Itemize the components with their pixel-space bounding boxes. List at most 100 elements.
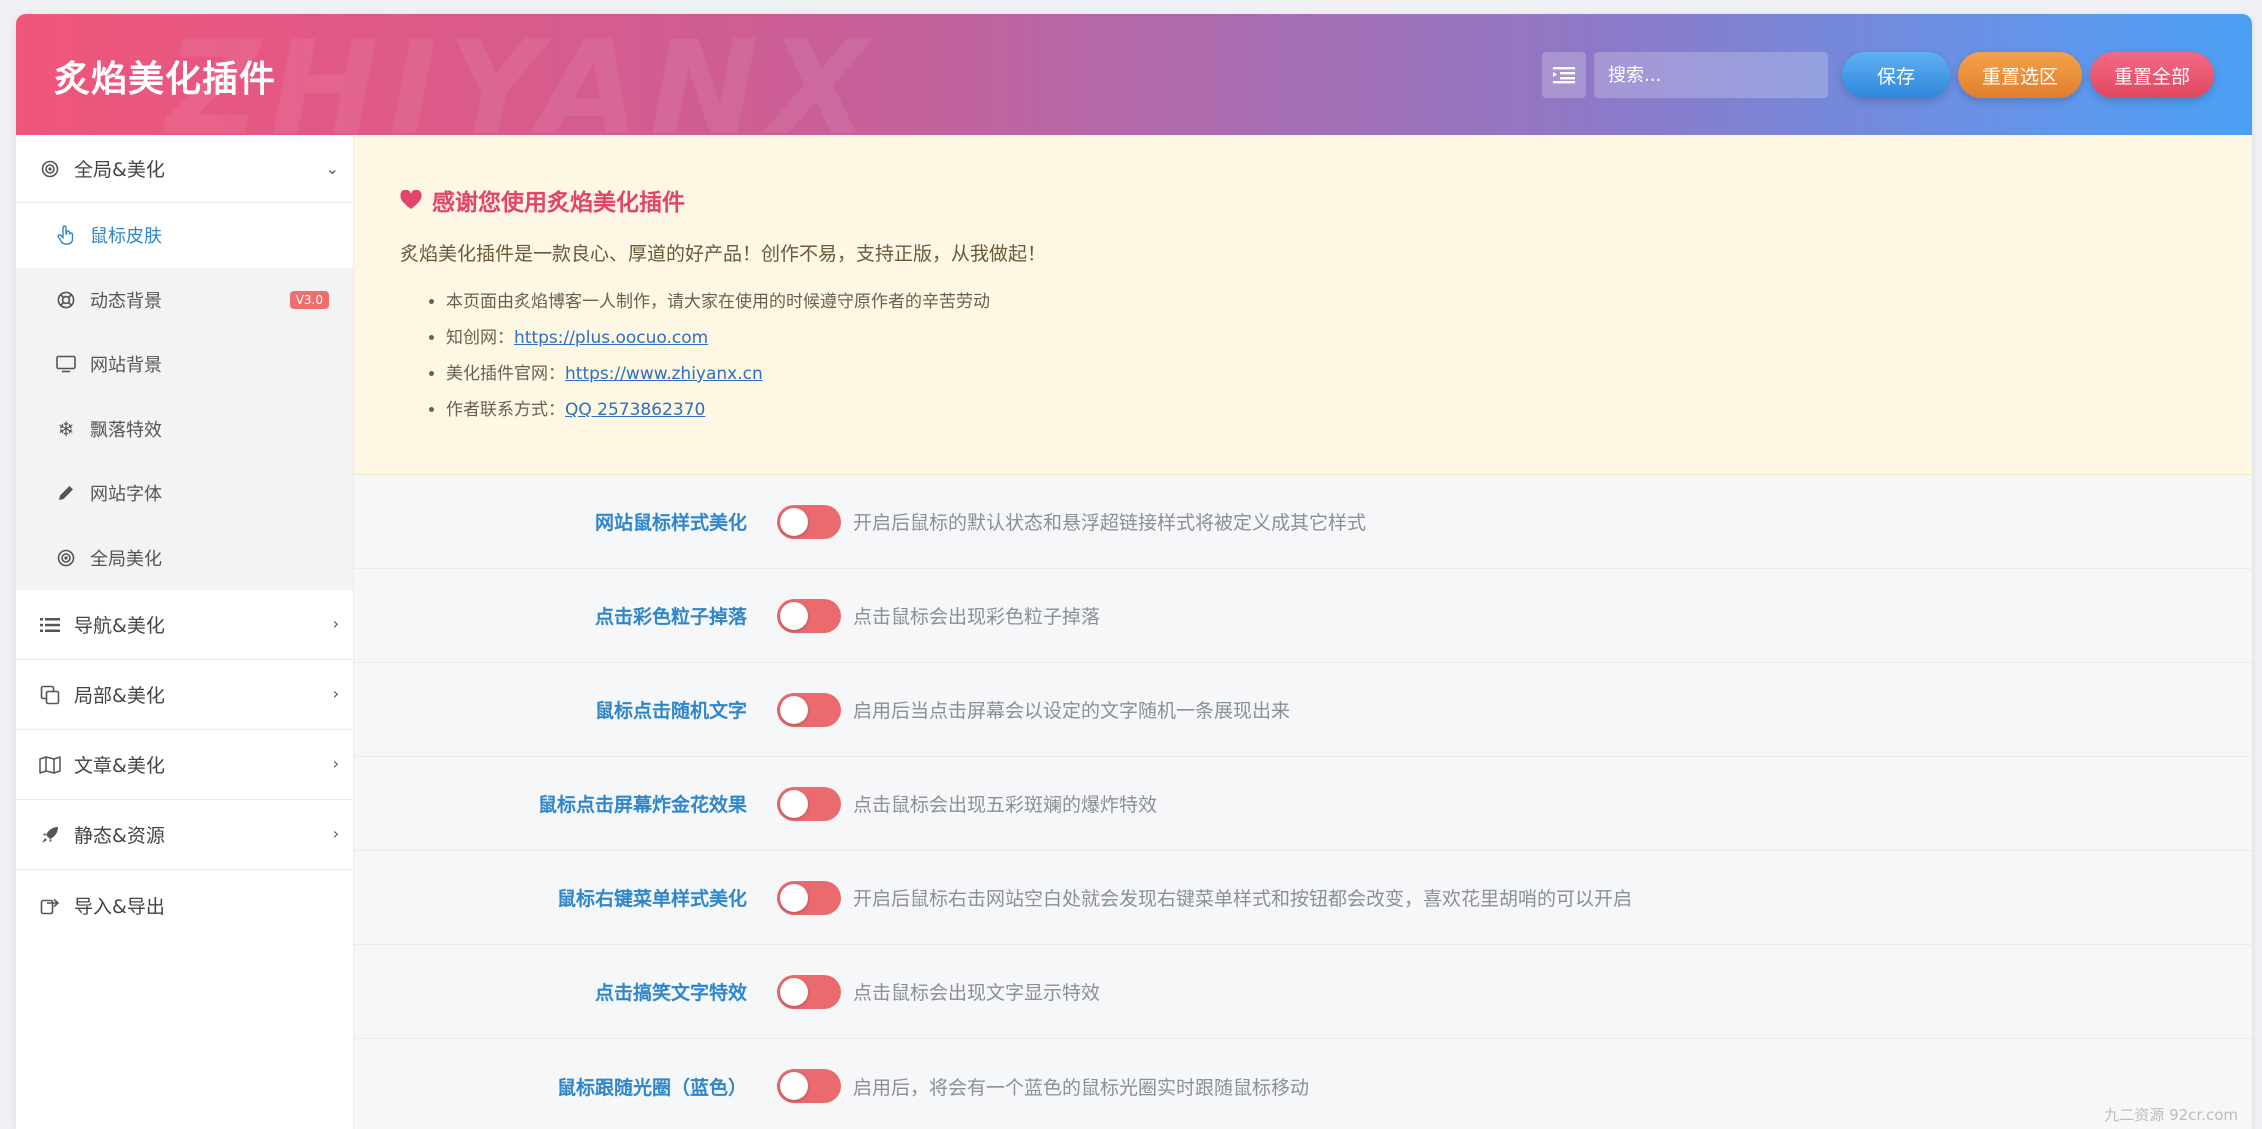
setting-row: 点击彩色粒子掉落 点击鼠标会出现彩色粒子掉落 <box>354 569 2252 663</box>
app-window: ZHIYANX 炙焰美化插件 保存 重置选区 重置全部 全局&美化 <box>16 14 2252 1129</box>
notice-box: 感谢您使用炙焰美化插件 炙焰美化插件是一款良心、厚道的好产品！创作不易，支持正版… <box>354 135 2252 475</box>
menu-toggle-button[interactable] <box>1542 52 1586 98</box>
notice-intro: 炙焰美化插件是一款良心、厚道的好产品！创作不易，支持正版，从我做起！ <box>400 243 1047 265</box>
sidebar-group-partial[interactable]: 局部&美化 › <box>16 660 353 730</box>
setting-toggle[interactable] <box>777 880 841 915</box>
qq-contact-link[interactable]: QQ 2573862370 <box>565 400 705 420</box>
chevron-down-icon: ⌄ <box>325 159 339 178</box>
toggle-knob <box>780 1072 808 1100</box>
snowflake-icon: ❄ <box>57 416 75 441</box>
sidebar-item-mouse-skin[interactable]: 鼠标皮肤 <box>16 203 353 268</box>
save-button[interactable]: 保存 <box>1842 52 1950 98</box>
setting-description: 点击鼠标会出现文字显示特效 <box>853 982 1101 1004</box>
setting-description: 启用后当点击屏幕会以设定的文字随机一条展现出来 <box>853 700 1291 722</box>
list-item: 本页面由炙焰博客一人制作，请大家在使用的时候遵守原作者的辛苦劳动 <box>446 284 2252 320</box>
reset-all-button[interactable]: 重置全部 <box>2090 52 2214 98</box>
setting-label: 鼠标跟随光圈（蓝色） <box>556 1076 747 1099</box>
sidebar-group-static[interactable]: 静态&资源 › <box>16 800 353 870</box>
setting-description: 点击鼠标会出现五彩斑斓的爆炸特效 <box>853 794 1158 816</box>
setting-row: 点击搞笑文字特效 点击鼠标会出现文字显示特效 <box>354 945 2252 1039</box>
setting-label: 鼠标点击屏幕炸金花效果 <box>537 794 747 816</box>
pencil-icon <box>54 481 78 505</box>
sidebar-group-label: 文章&美化 <box>74 755 165 777</box>
corner-watermark: 九二资源 92cr.com <box>2104 1106 2238 1124</box>
list-item: 知创网：https://plus.oocuo.com <box>446 320 2252 356</box>
notice-list: 本页面由炙焰博客一人制作，请大家在使用的时候遵守原作者的辛苦劳动 知创网：htt… <box>400 284 2252 428</box>
toggle-knob <box>780 601 808 630</box>
sidebar-group-nav[interactable]: 导航&美化 › <box>16 590 353 660</box>
chevron-right-icon: › <box>332 824 339 843</box>
notice-bullet-text: 美化插件官网： <box>446 364 565 384</box>
sidebar-item-label: 网站背景 <box>90 355 162 377</box>
toggle-knob <box>780 883 808 912</box>
toggle-knob <box>780 695 808 724</box>
sidebar-group-label: 导入&导出 <box>74 895 165 918</box>
setting-row: 鼠标右键菜单样式美化 开启后鼠标右击网站空白处就会发现右键菜单样式和按钮都会改变… <box>354 851 2252 945</box>
sidebar-sublist: 鼠标皮肤 动态背景 V3.0 网站背景 ❄ 飘落特效 网站字体 全局美化 <box>16 203 353 590</box>
notice-title-text: 感谢您使用炙焰美化插件 <box>432 190 685 216</box>
list-icon <box>1553 67 1575 84</box>
sidebar-item-global-beautify[interactable]: 全局美化 <box>16 526 353 591</box>
sidebar-group-global[interactable]: 全局&美化 ⌄ <box>16 135 353 203</box>
main-content: 感谢您使用炙焰美化插件 炙焰美化插件是一款良心、厚道的好产品！创作不易，支持正版… <box>354 135 2252 1129</box>
setting-row: 鼠标点击随机文字 启用后当点击屏幕会以设定的文字随机一条展现出来 <box>354 663 2252 757</box>
toggle-knob <box>780 507 808 536</box>
setting-row: 鼠标跟随光圈（蓝色） 启用后，将会有一个蓝色的鼠标光圈实时跟随鼠标移动 <box>354 1039 2252 1129</box>
toggle-knob <box>780 977 808 1006</box>
monitor-icon <box>54 352 78 376</box>
target-icon <box>54 546 78 570</box>
sidebar-item-label: 飘落特效 <box>90 419 162 441</box>
sidebar-group-label: 静态&资源 <box>74 825 165 847</box>
toggle-knob <box>780 789 808 818</box>
chevron-right-icon: › <box>332 614 339 633</box>
setting-description: 点击鼠标会出现彩色粒子掉落 <box>853 606 1101 628</box>
life-ring-icon <box>54 288 78 312</box>
sidebar-group-label: 导航&美化 <box>74 615 165 637</box>
sidebar-group-import-export[interactable]: 导入&导出 <box>16 870 353 940</box>
setting-toggle[interactable] <box>777 786 841 821</box>
setting-description: 开启后鼠标右击网站空白处就会发现右键菜单样式和按钮都会改变，喜欢花里胡哨的可以开… <box>853 888 1633 910</box>
sidebar-item-label: 全局美化 <box>90 548 162 570</box>
setting-toggle[interactable] <box>777 598 841 633</box>
version-badge: V3.0 <box>289 290 329 309</box>
export-icon <box>38 893 62 917</box>
settings-list: 网站鼠标样式美化 开启后鼠标的默认状态和悬浮超链接样式将被定义成其它样式 点击彩… <box>354 475 2252 1129</box>
list-item: 作者联系方式：QQ 2573862370 <box>446 392 2252 428</box>
setting-label: 点击彩色粒子掉落 <box>594 606 747 628</box>
page-title: 炙焰美化插件 <box>54 59 277 100</box>
heart-icon <box>400 190 422 209</box>
sidebar-group-article[interactable]: 文章&美化 › <box>16 730 353 800</box>
setting-toggle[interactable] <box>777 1069 841 1103</box>
notice-bullet-text: 作者联系方式： <box>446 400 565 420</box>
sidebar-item-site-bg[interactable]: 网站背景 <box>16 332 353 397</box>
setting-label: 鼠标右键菜单样式美化 <box>556 888 747 910</box>
map-icon <box>38 753 62 777</box>
sidebar-group-label: 全局&美化 <box>74 159 165 181</box>
header: ZHIYANX 炙焰美化插件 保存 重置选区 重置全部 <box>16 14 2252 164</box>
setting-description: 启用后，将会有一个蓝色的鼠标光圈实时跟随鼠标移动 <box>853 1076 1310 1099</box>
chevron-right-icon: › <box>332 754 339 773</box>
sidebar-item-dynamic-bg[interactable]: 动态背景 V3.0 <box>16 268 353 333</box>
setting-toggle[interactable] <box>777 692 841 727</box>
sidebar-item-site-font[interactable]: 网站字体 <box>16 461 353 526</box>
list-icon <box>38 613 62 637</box>
setting-toggle[interactable] <box>777 974 841 1009</box>
notice-title: 感谢您使用炙焰美化插件 <box>400 183 2252 217</box>
setting-row: 网站鼠标样式美化 开启后鼠标的默认状态和悬浮超链接样式将被定义成其它样式 <box>354 475 2252 569</box>
setting-label: 点击搞笑文字特效 <box>594 982 747 1004</box>
chevron-right-icon: › <box>332 684 339 703</box>
search-input[interactable] <box>1594 52 1828 98</box>
sidebar-item-label: 鼠标皮肤 <box>90 226 162 248</box>
sidebar-item-falling-effects[interactable]: ❄ 飘落特效 <box>16 397 353 462</box>
setting-toggle[interactable] <box>777 504 841 539</box>
setting-description: 开启后鼠标的默认状态和悬浮超链接样式将被定义成其它样式 <box>853 512 1367 534</box>
sidebar: 全局&美化 ⌄ 鼠标皮肤 动态背景 V3.0 网站背景 ❄ 飘落特效 网站字体 … <box>16 135 354 1129</box>
zhiyanx-link[interactable]: https://www.zhiyanx.cn <box>565 364 763 384</box>
target-icon <box>38 157 62 181</box>
setting-label: 网站鼠标样式美化 <box>594 512 747 534</box>
copy-icon <box>38 683 62 707</box>
reset-selection-button[interactable]: 重置选区 <box>1958 52 2082 98</box>
setting-label: 鼠标点击随机文字 <box>594 700 747 722</box>
oocuo-link[interactable]: https://plus.oocuo.com <box>514 328 708 348</box>
header-toolbar: 保存 重置选区 重置全部 <box>1542 52 2214 98</box>
